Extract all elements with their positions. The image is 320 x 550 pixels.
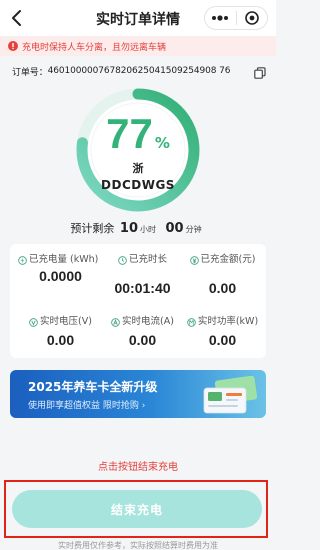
order-number-row: 订单号： 460100000767820625041509254908 76 — [0, 60, 276, 82]
warning-icon — [8, 41, 18, 51]
order-number-label: 订单号： — [12, 67, 48, 78]
copy-order-button[interactable] — [254, 64, 266, 79]
remaining-time: 预计剩余 10 小时 00 分钟 — [0, 220, 276, 236]
voltage-icon — [29, 318, 38, 327]
car-care-card-banner[interactable]: 2025年养车卡全新升级 使用即享超值权益 限时抢购 › — [10, 370, 266, 418]
metric-value: 0.00 — [128, 332, 157, 348]
metrics-card: 已充电量 (kWh) 0.0000 已充时长 00:01:40 已充金额(元) … — [10, 244, 266, 358]
target-close-icon — [244, 11, 259, 25]
fee-disclaimer: 实时费用仅作参考，实际按照结算时费用为准 — [58, 541, 218, 550]
banner-title: 2025年养车卡全新升级 — [28, 380, 158, 394]
percent-number: 77 — [106, 110, 153, 157]
stop-charging-button[interactable]: 结束充电 — [12, 490, 262, 528]
plate-province: 浙 — [132, 162, 144, 175]
metric-value: 0.0000 — [39, 268, 82, 284]
metric-duration: 已充时长 00:01:40 — [100, 254, 185, 296]
metric-current: 实时电流(A) 0.00 — [100, 316, 185, 348]
metric-label: 实时电流(A) — [122, 316, 174, 327]
metric-label: 已充时长 — [128, 254, 167, 265]
more-button[interactable] — [205, 7, 236, 29]
minutes-unit: 分钟 — [185, 225, 202, 234]
money-icon — [189, 256, 199, 265]
metric-energy: 已充电量 (kWh) 0.0000 — [18, 254, 103, 284]
metric-value: 0.00 — [46, 332, 75, 348]
stop-hint: 点击按钮结束充电 — [98, 462, 178, 473]
metric-voltage: 实时电压(V) 0.00 — [18, 316, 103, 348]
notice-text: 充电时保持人车分离，且勿远离车辆 — [22, 42, 167, 53]
nav-bar: 实时订单详情 — [0, 0, 276, 36]
current-icon — [111, 318, 120, 327]
percent-unit: % — [154, 134, 170, 152]
metric-value: 0.00 — [208, 332, 237, 348]
metric-value: 0.00 — [208, 280, 237, 296]
energy-icon — [18, 256, 27, 265]
metric-label: 实时电压(V) — [40, 316, 92, 327]
more-dots-icon — [212, 15, 229, 21]
metric-label: 实时功率(kW) — [197, 316, 259, 327]
mini-program-capsule — [204, 6, 268, 30]
membership-card-icon — [203, 376, 258, 414]
plate-number: DDCDWGS — [101, 178, 175, 192]
metric-label: 已充电量 (kWh) — [29, 254, 99, 265]
banner-subtitle: 使用即享超值权益 限时抢购 › — [28, 401, 146, 411]
safety-notice: 充电时保持人车分离，且勿远离车辆 — [0, 36, 276, 56]
hours-unit: 小时 — [140, 225, 156, 234]
clock-icon — [118, 256, 127, 265]
metric-value: 00:01:40 — [114, 280, 171, 296]
metric-label: 已充金额(元) — [200, 254, 256, 265]
close-mini-program-button[interactable] — [237, 7, 268, 29]
metric-power: 实时功率(kW) 0.00 — [180, 316, 265, 348]
copy-icon — [254, 67, 266, 79]
metric-amount: 已充金额(元) 0.00 — [180, 254, 265, 296]
remaining-hours: 10 — [119, 221, 138, 236]
power-icon — [187, 318, 196, 327]
remaining-minutes: 00 — [165, 221, 184, 236]
charge-percentage: 77% — [72, 110, 204, 158]
charge-progress-ring: 77% 浙 DDCDWGS — [72, 84, 204, 216]
remaining-label: 预计剩余 — [70, 222, 115, 235]
order-number-value: 460100000767820625041509254908 76 — [47, 66, 231, 76]
